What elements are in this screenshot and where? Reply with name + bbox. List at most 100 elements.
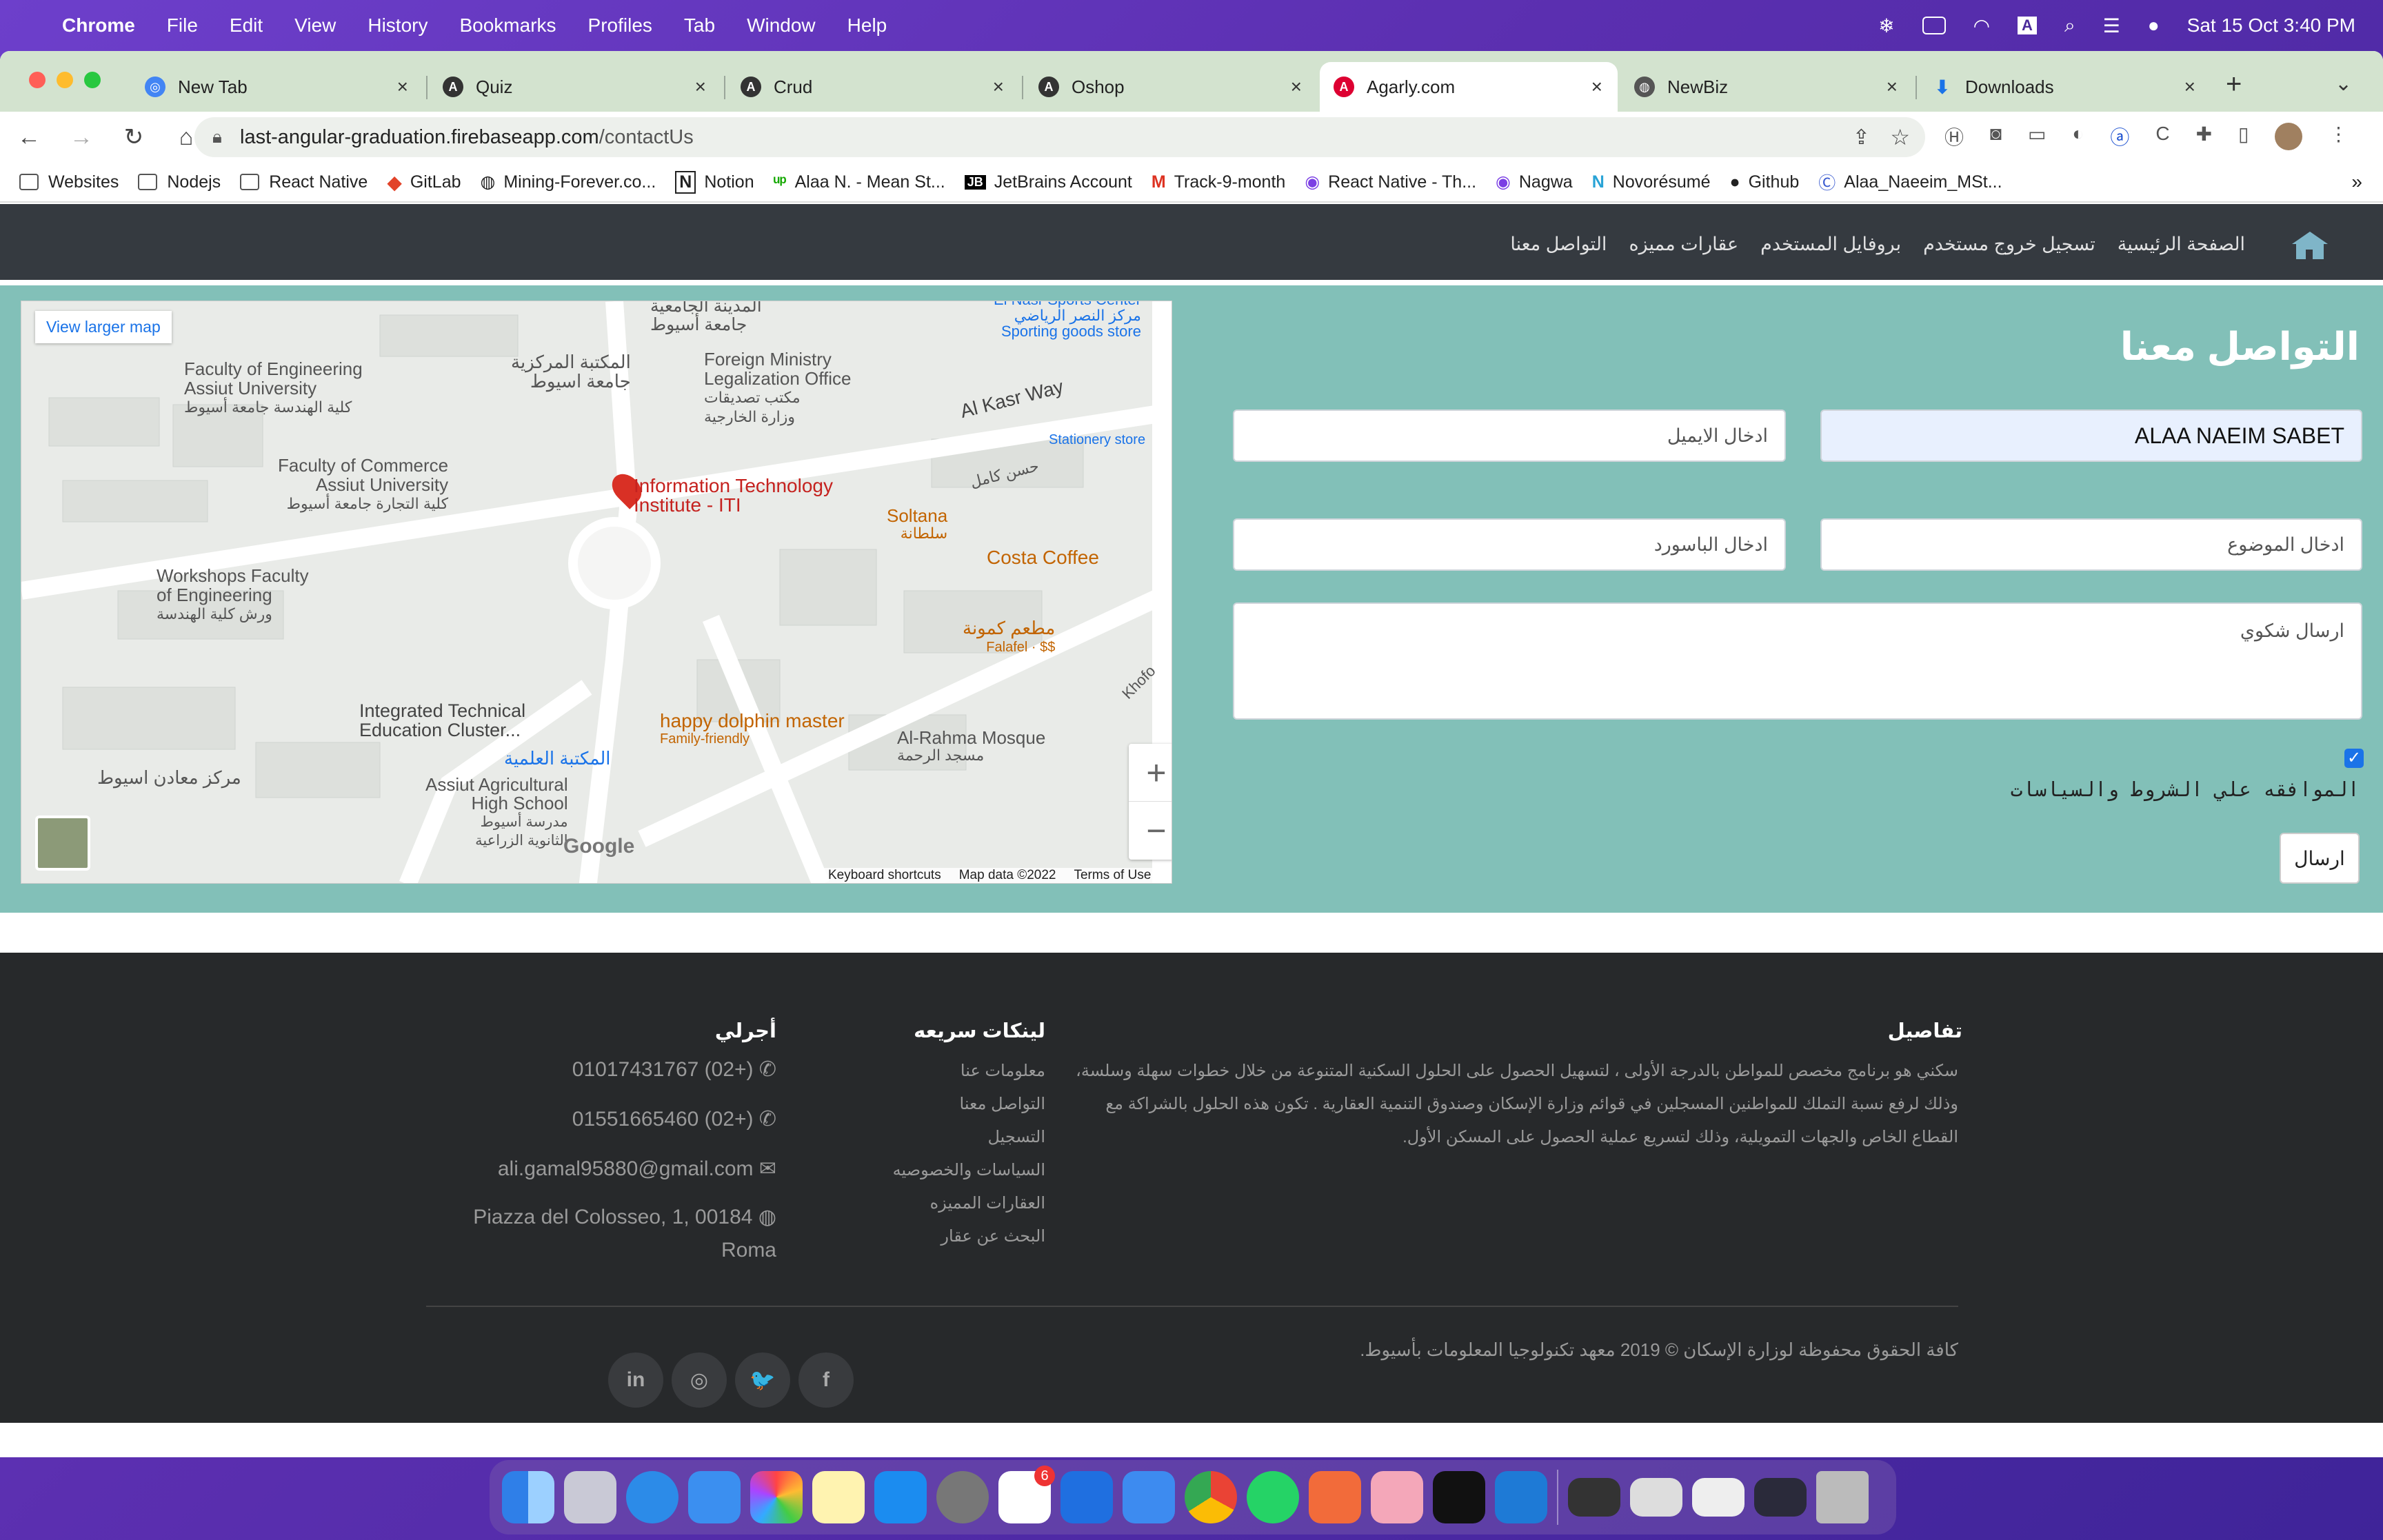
- whatsapp-icon[interactable]: [1247, 1471, 1299, 1523]
- simulator-icon[interactable]: [1123, 1471, 1175, 1523]
- extension-icon[interactable]: Ⓗ: [1944, 123, 1964, 150]
- footer-link-register[interactable]: التسجيل: [893, 1121, 1045, 1154]
- chrome-menu-icon[interactable]: ⋮: [2329, 123, 2348, 150]
- close-window-button[interactable]: [29, 72, 46, 88]
- bookmark-novoresume[interactable]: N Novorésumé: [1592, 172, 1711, 192]
- map-label-soltana[interactable]: Soltana سلطانة: [887, 507, 947, 543]
- twitter-icon[interactable]: 🐦: [735, 1352, 790, 1408]
- zoom-window-button[interactable]: [84, 72, 101, 88]
- bookmark-mining-forever[interactable]: ◍ Mining-Forever.co...: [481, 172, 656, 192]
- window-preview-4[interactable]: [1754, 1478, 1807, 1517]
- subject-input[interactable]: ادخال الموضوع: [1820, 518, 2362, 571]
- bookmark-react-native[interactable]: React Native: [240, 172, 368, 192]
- window-preview-1[interactable]: [1568, 1478, 1620, 1517]
- close-tab-icon[interactable]: ×: [1291, 76, 1302, 98]
- control-center-icon[interactable]: ☰: [2103, 14, 2120, 37]
- send-button[interactable]: ارسال: [2280, 833, 2360, 884]
- mail-icon[interactable]: [688, 1471, 741, 1523]
- sketch-icon[interactable]: [1309, 1471, 1361, 1523]
- nav-logout[interactable]: تسجيل خروج مستخدم: [1923, 234, 2095, 255]
- extension-icon[interactable]: ◐: [2072, 123, 2084, 150]
- menu-bookmarks[interactable]: Bookmarks: [459, 14, 556, 37]
- share-icon[interactable]: ⇪: [1853, 125, 1870, 150]
- lock-icon[interactable]: 🔒︎: [212, 126, 222, 148]
- map-label-integrated-technical[interactable]: Integrated Technical Education Cluster...: [359, 701, 525, 740]
- bookmark-alaa-mst[interactable]: Ⓒ Alaa_Naeeim_MSt...: [1818, 170, 2002, 194]
- footer-link-about[interactable]: معلومات عنا: [893, 1055, 1045, 1088]
- bookmark-gitlab[interactable]: ◆ GitLab: [387, 171, 461, 194]
- tab-search-icon[interactable]: ⌄: [2335, 72, 2352, 96]
- menu-app-name[interactable]: Chrome: [62, 14, 135, 37]
- camera-status-icon[interactable]: ❄: [1878, 14, 1894, 37]
- map-label-kamouna[interactable]: مطعم كمونة Falafel · $$: [963, 618, 1055, 657]
- bookmark-react-native-th[interactable]: ◉ React Native - Th...: [1305, 172, 1476, 192]
- profile-avatar[interactable]: [2275, 123, 2303, 150]
- input-source-icon[interactable]: A: [2018, 17, 2037, 34]
- satellite-toggle-thumbnail[interactable]: [35, 815, 90, 871]
- map-label-faculty-engineering[interactable]: Faculty of Engineering Assiut University ك…: [184, 359, 363, 417]
- footer-phone-1[interactable]: 01017431767 (02+) ✆: [418, 1045, 776, 1095]
- safari-icon[interactable]: [626, 1471, 678, 1523]
- bookmark-notion[interactable]: N Notion: [675, 170, 754, 194]
- map-label-agricultural-school[interactable]: Assiut Agricultural High School مدرسة أسيو…: [425, 776, 568, 850]
- figma-icon[interactable]: [1371, 1471, 1423, 1523]
- map-label-faculty-commerce[interactable]: Faculty of Commerce Assiut University كلية…: [278, 456, 448, 514]
- map-label-central-library[interactable]: المكتبة المركزية جامعة اسيوط: [511, 352, 631, 391]
- nav-featured[interactable]: عقارات مميزه: [1629, 234, 1738, 255]
- reload-icon[interactable]: ↻: [113, 123, 154, 151]
- vscode-icon[interactable]: [1495, 1471, 1547, 1523]
- map-label-costa-coffee[interactable]: Costa Coffee: [987, 547, 1099, 569]
- xcode-icon[interactable]: [1060, 1471, 1113, 1523]
- tab-quiz[interactable]: A Quiz ×: [429, 62, 721, 112]
- slack-icon[interactable]: 6: [998, 1466, 1055, 1523]
- window-preview-2[interactable]: [1630, 1478, 1682, 1517]
- extension-icon[interactable]: C: [2155, 123, 2169, 150]
- footer-link-contact[interactable]: التواصل معنا: [893, 1088, 1046, 1121]
- menu-edit[interactable]: Edit: [230, 14, 263, 37]
- close-tab-icon[interactable]: ×: [993, 76, 1004, 98]
- footer-link-search[interactable]: البحث عن عقار: [893, 1220, 1045, 1253]
- agree-label[interactable]: الموافقه علي الشروط والسياسات: [2011, 778, 2360, 801]
- map-label-foreign-ministry[interactable]: Foreign Ministry Legalization Office مكتب …: [704, 349, 851, 427]
- tab-oshop[interactable]: A Oshop ×: [1025, 62, 1317, 112]
- tab-agarly[interactable]: A Agarly.com ×: [1320, 62, 1618, 112]
- search-icon[interactable]: ⌕: [2064, 14, 2075, 37]
- map-label-stationery[interactable]: Stationery store: [1049, 432, 1145, 448]
- footer-link-featured[interactable]: العقارات المميزه: [893, 1187, 1045, 1220]
- menu-help[interactable]: Help: [847, 14, 887, 37]
- map-label-happy-dolphin[interactable]: happy dolphin master Family-friendly: [660, 711, 845, 748]
- map-label-metals-center[interactable]: مركز معادن اسيوط: [97, 767, 241, 789]
- linkedin-icon[interactable]: in: [608, 1352, 663, 1408]
- bookmark-jetbrains[interactable]: JB JetBrains Account: [964, 172, 1132, 192]
- bookmark-upwork[interactable]: ᵘᵖ Alaa N. - Mean St...: [774, 172, 945, 192]
- bookmark-track[interactable]: M Track-9-month: [1152, 172, 1285, 192]
- nav-contact[interactable]: التواصل معنا: [1510, 234, 1607, 255]
- view-larger-map-link[interactable]: View larger map: [35, 311, 172, 343]
- close-tab-icon[interactable]: ×: [1887, 76, 1898, 98]
- cast-icon[interactable]: ▭: [2028, 123, 2046, 150]
- side-panel-icon[interactable]: ▯: [2238, 123, 2249, 150]
- zoom-out-button[interactable]: −: [1129, 802, 1172, 860]
- back-icon[interactable]: ←: [8, 124, 50, 151]
- terms-of-use-link[interactable]: Terms of Use: [1074, 868, 1151, 883]
- keyboard-shortcuts-link[interactable]: Keyboard shortcuts: [828, 868, 941, 883]
- map-label-university-city[interactable]: المدينة الجامعية جامعة أسيوط: [650, 301, 762, 334]
- nav-home[interactable]: الصفحة الرئيسية: [2118, 234, 2245, 255]
- agree-checkbox[interactable]: ✓: [2344, 749, 2364, 768]
- new-tab-button[interactable]: +: [2226, 69, 2242, 100]
- menu-window[interactable]: Window: [747, 14, 816, 37]
- minimize-window-button[interactable]: [57, 72, 73, 88]
- zoom-in-button[interactable]: +: [1129, 744, 1172, 802]
- menu-history[interactable]: History: [368, 14, 428, 37]
- bookmarks-overflow-icon[interactable]: »: [2351, 171, 2362, 193]
- tab-newbiz[interactable]: ◍ NewBiz ×: [1620, 62, 1913, 112]
- footer-phone-2[interactable]: 01551665460 (02+) ✆: [418, 1095, 776, 1144]
- facebook-icon[interactable]: f: [798, 1352, 854, 1408]
- house-logo-icon[interactable]: [2289, 229, 2331, 261]
- footer-link-privacy[interactable]: السياسات والخصوصيه: [893, 1154, 1045, 1187]
- map-label-iti[interactable]: Information Technology Institute - ITI: [634, 476, 833, 515]
- menu-view[interactable]: View: [294, 14, 336, 37]
- wifi-icon[interactable]: ◠: [1973, 14, 1990, 37]
- trash-icon[interactable]: [1816, 1471, 1869, 1523]
- bookmark-websites[interactable]: Websites: [19, 172, 119, 192]
